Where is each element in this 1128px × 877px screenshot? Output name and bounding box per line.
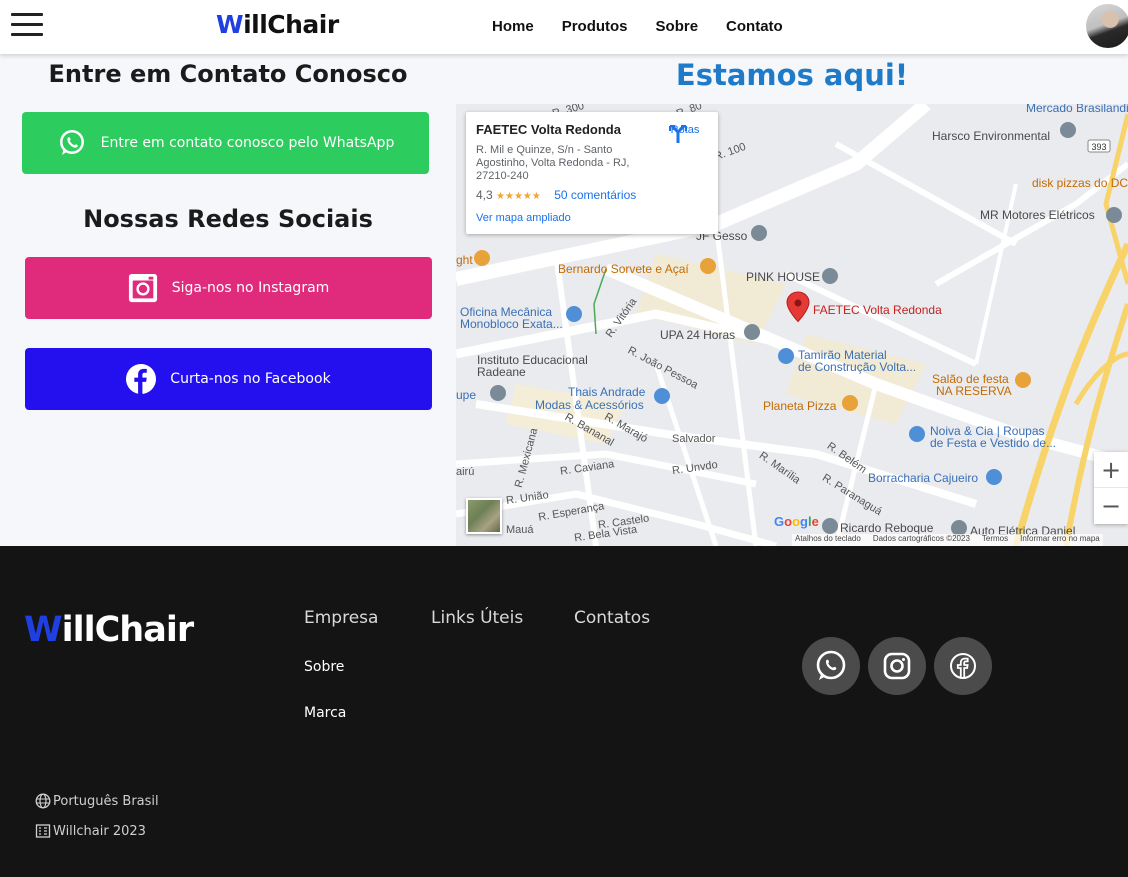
- footer-link-sobre[interactable]: Sobre: [304, 659, 344, 675]
- place-address: R. Mil e Quinze, S/n - Santo Agostinho, …: [476, 144, 630, 182]
- attr-report[interactable]: Informar erro no mapa: [1020, 534, 1100, 546]
- copyright-label: Willchair 2023: [53, 823, 146, 839]
- footer-instagram-icon: [883, 652, 911, 680]
- footer-col-empresa: Empresa: [304, 608, 379, 628]
- zoom-in-button[interactable]: +: [1094, 452, 1128, 488]
- language-selector[interactable]: Português Brasil: [35, 793, 159, 809]
- poi-tamirao-2[interactable]: de Construção Volta...: [798, 360, 916, 374]
- nav-sobre[interactable]: Sobre: [656, 18, 699, 35]
- nav-produtos[interactable]: Produtos: [562, 18, 628, 35]
- view-larger-map-link[interactable]: Ver mapa ampliado: [476, 212, 708, 224]
- street-maua: Mauá: [506, 524, 534, 536]
- hamburger-menu-icon[interactable]: [11, 13, 43, 39]
- satellite-toggle[interactable]: [466, 498, 502, 534]
- instagram-icon: [128, 273, 158, 303]
- google-logo: Google: [774, 514, 819, 529]
- google-map-embed[interactable]: Mercado Brasilandi Harsco Environmental …: [456, 104, 1128, 546]
- copyright: Willchair 2023: [35, 823, 146, 839]
- poi-disk-pizzas[interactable]: disk pizzas do DC: [1032, 176, 1128, 190]
- footer-logo-w: W: [24, 610, 63, 650]
- directions-button[interactable]: Rotas: [668, 124, 702, 143]
- attr-shortcuts[interactable]: Atalhos do teclado: [795, 534, 861, 546]
- nav-home[interactable]: Home: [492, 18, 534, 35]
- poi-faetec[interactable]: FAETEC Volta Redonda: [813, 303, 942, 317]
- globe-icon: [35, 793, 51, 809]
- whatsapp-contact-button[interactable]: Entre em contato conosco pelo WhatsApp: [22, 112, 429, 174]
- language-label: Português Brasil: [53, 793, 159, 809]
- poi-instituto-2[interactable]: Radeane: [477, 365, 526, 379]
- top-navbar: WillChair Home Produtos Sobre Contato: [0, 0, 1128, 54]
- footer-whatsapp-button[interactable]: [802, 637, 860, 695]
- poi-upa[interactable]: UPA 24 Horas: [660, 328, 735, 342]
- logo-w: W: [216, 10, 244, 39]
- map-zoom-controls: + −: [1094, 452, 1128, 524]
- footer-col-links: Links Úteis: [431, 608, 524, 628]
- footer-facebook-icon: [950, 653, 976, 679]
- poi-mercado[interactable]: Mercado Brasilandi: [1026, 104, 1128, 115]
- poi-salao-2[interactable]: NA RESERVA: [936, 384, 1012, 398]
- reviews-link[interactable]: 50 comentários: [554, 188, 636, 202]
- street-airu: airú: [456, 466, 475, 478]
- poi-noiva-2[interactable]: de Festa e Vestido de...: [930, 436, 1056, 450]
- place-info-card: FAETEC Volta Redonda R. Mil e Quinze, S/…: [466, 112, 718, 234]
- rating-stars: ★★★★★: [496, 191, 541, 202]
- whatsapp-button-label: Entre em contato conosco pelo WhatsApp: [100, 135, 395, 151]
- whatsapp-icon: [57, 128, 87, 158]
- facebook-button-label: Curta-nos no Facebook: [170, 371, 331, 387]
- directions-icon: [669, 124, 687, 143]
- footer-facebook-button[interactable]: [934, 637, 992, 695]
- attr-data: Dados cartográficos ©2023: [872, 534, 970, 543]
- map-title: Estamos aqui!: [675, 58, 909, 92]
- poi-ricardo[interactable]: Ricardo Reboque: [840, 521, 933, 535]
- poi-harsco[interactable]: Harsco Environmental: [932, 129, 1050, 143]
- footer-link-marca[interactable]: Marca: [304, 705, 346, 721]
- poi-ght[interactable]: ght: [456, 253, 473, 267]
- poi-thais-2[interactable]: Modas & Acessórios: [535, 398, 644, 412]
- poi-pink-house[interactable]: PINK HOUSE: [746, 270, 820, 284]
- contact-title: Entre em Contato Conosco: [48, 60, 408, 88]
- user-avatar[interactable]: [1086, 4, 1128, 48]
- instagram-button[interactable]: Siga-nos no Instagram: [25, 257, 432, 319]
- instagram-button-label: Siga-nos no Instagram: [171, 280, 330, 296]
- footer: WillChair Empresa Links Úteis Contatos S…: [0, 546, 1128, 877]
- attr-terms[interactable]: Termos: [982, 534, 1008, 546]
- social-title: Nossas Redes Sociais: [83, 205, 373, 233]
- street-salvador: Salvador: [672, 433, 716, 445]
- footer-logo-text: illChair: [61, 610, 194, 650]
- footer-logo[interactable]: WillChair: [24, 610, 194, 650]
- logo-text: illChair: [243, 10, 339, 39]
- poi-mr-motores[interactable]: MR Motores Elétricos: [980, 208, 1095, 222]
- building-icon: [35, 824, 51, 838]
- poi-upe[interactable]: upe: [456, 388, 476, 402]
- footer-col-contatos: Contatos: [574, 608, 651, 628]
- facebook-button[interactable]: Curta-nos no Facebook: [25, 348, 432, 410]
- main-nav: Home Produtos Sobre Contato: [492, 18, 783, 35]
- poi-planeta-pizza[interactable]: Planeta Pizza: [763, 399, 836, 413]
- rating-value: 4,3: [476, 188, 493, 202]
- poi-borracharia[interactable]: Borracharia Cajueiro: [868, 471, 978, 485]
- contact-section: Entre em Contato Conosco Entre em contat…: [0, 54, 456, 546]
- zoom-out-button[interactable]: −: [1094, 488, 1128, 524]
- header-logo[interactable]: WillChair: [216, 10, 339, 39]
- place-rating: 4,3 ★★★★★ 50 comentários: [476, 188, 708, 202]
- facebook-icon: [126, 364, 157, 394]
- poi-thais-1[interactable]: Thais Andrade: [568, 385, 645, 399]
- poi-bernardo[interactable]: Bernardo Sorvete e Açaí: [558, 262, 689, 276]
- footer-instagram-button[interactable]: [868, 637, 926, 695]
- footer-whatsapp-icon: [816, 650, 846, 680]
- map-attribution: Atalhos do teclado Dados cartográficos ©…: [792, 534, 1103, 546]
- nav-contato[interactable]: Contato: [726, 18, 783, 35]
- poi-oficina-2[interactable]: Monobloco Exata...: [460, 317, 563, 331]
